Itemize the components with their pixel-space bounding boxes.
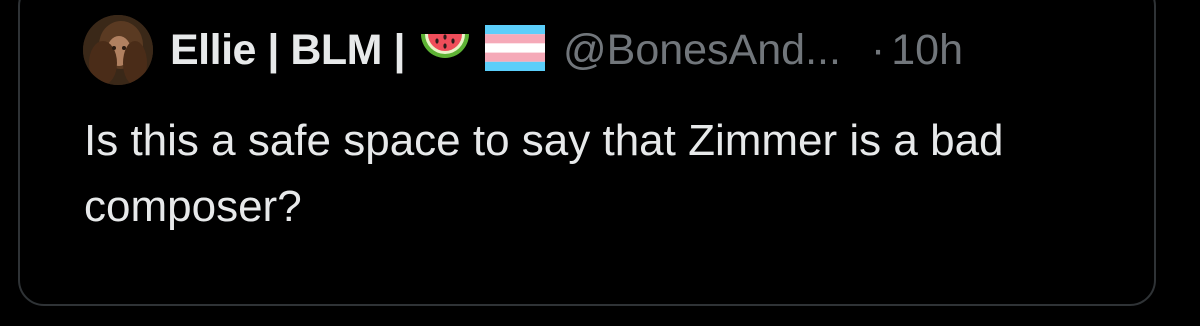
watermelon-emoji-icon [417, 24, 473, 77]
quoted-tweet-card[interactable]: Ellie | BLM | @BonesAnd... · 10h Is this… [18, 0, 1156, 306]
tweet-header: Ellie | BLM | @BonesAnd... · 10h [170, 18, 963, 82]
separator-dot: · [870, 25, 886, 74]
display-name[interactable]: Ellie | BLM | [170, 26, 405, 75]
transgender-flag-icon [484, 24, 545, 76]
tweet-text: Is this a safe space to say that Zimmer … [84, 116, 1004, 231]
timestamp[interactable]: 10h [891, 26, 963, 75]
avatar[interactable] [83, 15, 153, 85]
user-handle[interactable]: @BonesAnd... [563, 26, 841, 75]
